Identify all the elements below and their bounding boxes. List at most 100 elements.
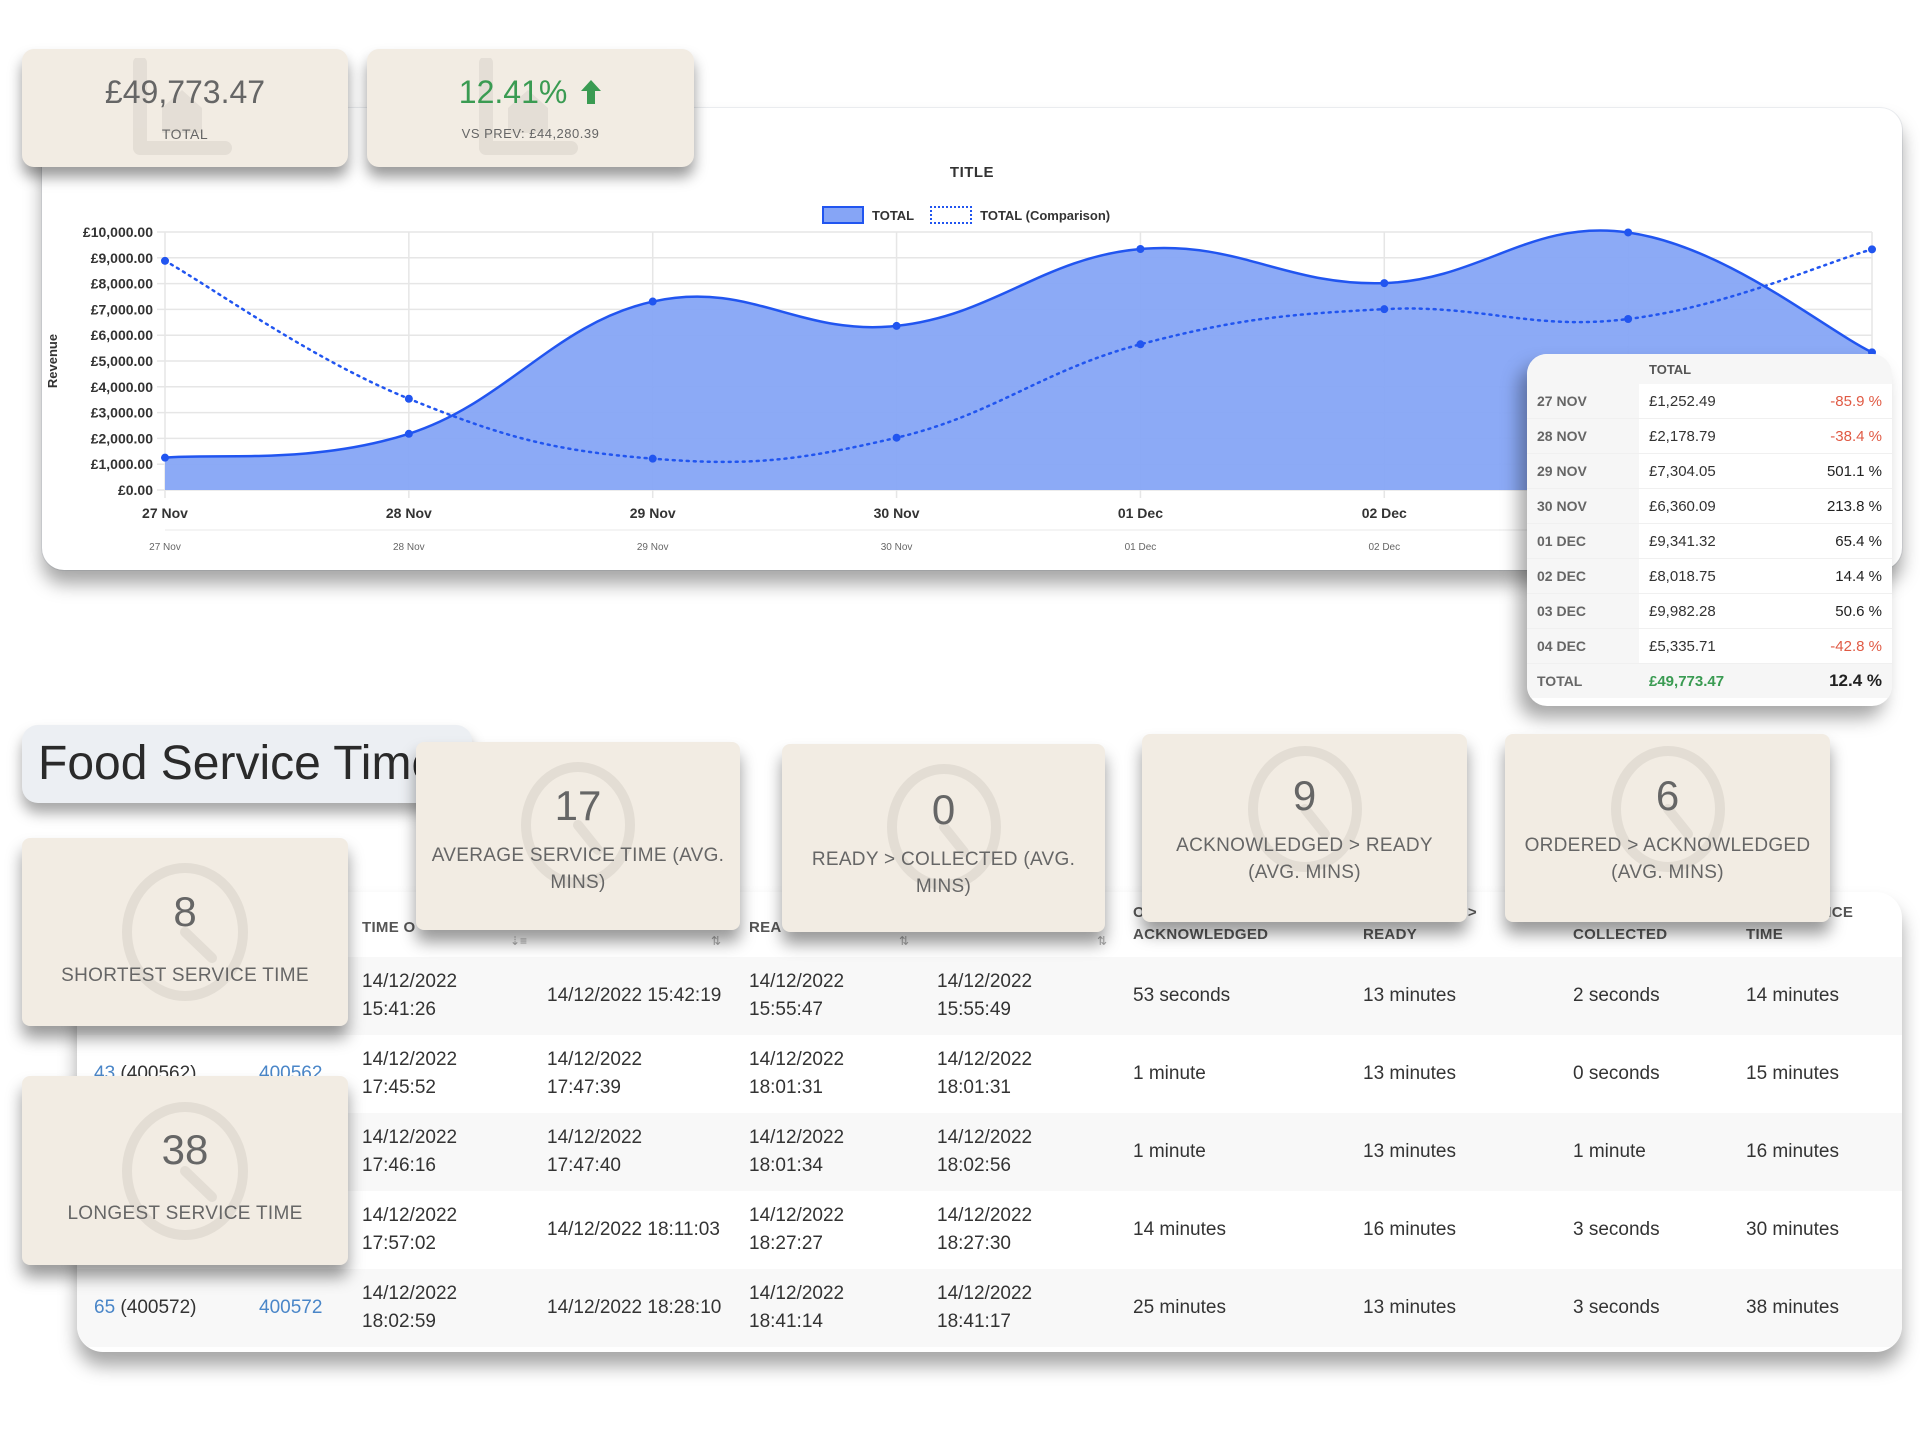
ack-ready-card: 9 ACKNOWLEDGED > READY (AVG. MINS): [1142, 734, 1467, 922]
ready-collected-cell: 3 seconds: [1573, 1219, 1660, 1240]
breakdown-header-date: [1527, 354, 1639, 384]
series-total-point: [1136, 244, 1145, 253]
series-comparison-point: [648, 454, 657, 463]
time-acknowledged-cell: 14/12/2022 15:42:19: [547, 985, 722, 1006]
x-secondary-tick-label: 01 Dec: [1125, 542, 1157, 553]
ready-collected-label: READY > COLLECTED (AVG. MINS): [811, 849, 1076, 897]
breakdown-date: 30 NOV: [1527, 488, 1639, 524]
time-collected-cell: 14/12/2022 18:01:31: [937, 1049, 1033, 1098]
y-tick-label: £3,000.00: [91, 405, 153, 421]
sort-icon[interactable]: ⇅: [1097, 934, 1107, 948]
y-tick-label: £10,000.00: [83, 224, 153, 240]
breakdown-total-value: £49,773.47: [1639, 663, 1781, 698]
order-link[interactable]: 65: [94, 1297, 115, 1318]
x-tick-label: 28 Nov: [386, 505, 432, 521]
breakdown-row: 03 DEC £9,982.28 50.6 %: [1527, 593, 1892, 629]
sort-icon[interactable]: ⇅: [899, 934, 909, 948]
breakdown-value: £7,304.05: [1639, 453, 1781, 489]
header-ordered-ack[interactable]: ACKNOWLEDGED: [1133, 926, 1268, 943]
breakdown-change: -42.8 %: [1780, 628, 1892, 664]
ready-collected-cell: 1 minute: [1573, 1141, 1646, 1162]
total-revenue-card: £49,773.47 TOTAL: [22, 49, 348, 167]
breakdown-total-label: TOTAL: [1527, 663, 1639, 698]
breakdown-row: 30 NOV £6,360.09 213.8 %: [1527, 488, 1892, 524]
ready-collected-value: 0: [931, 786, 956, 833]
x-tick-label: 02 Dec: [1362, 505, 1407, 521]
revenue-change-value: 12.41%: [367, 74, 694, 111]
average-service-time-value: 17: [554, 782, 602, 829]
time-ordered-cell: 14/12/2022 15:41:26: [362, 971, 458, 1020]
y-tick-label: £5,000.00: [91, 353, 153, 369]
breakdown-date: 29 NOV: [1527, 453, 1639, 489]
series-comparison-point: [1380, 305, 1389, 314]
ordered-ack-cell: 53 seconds: [1133, 985, 1231, 1006]
breakdown-change: 14.4 %: [1780, 558, 1892, 594]
ticket-link[interactable]: 400572: [259, 1294, 322, 1322]
shortest-service-time-value: 8: [173, 888, 197, 935]
sort-icon[interactable]: ⇅: [711, 934, 721, 948]
breakdown-date: 28 NOV: [1527, 418, 1639, 454]
time-acknowledged-cell: 14/12/2022 17:47:39: [547, 1049, 643, 1098]
series-comparison-point: [1868, 245, 1876, 254]
table-row: 43 (400562) 400562 14/12/2022 17:45:52 14/1…: [77, 1035, 1902, 1113]
breakdown-change: 213.8 %: [1780, 488, 1892, 524]
service-times-table: TIME O ⇣≡ ⇅ REA ⇅ ⇅ O ACKNOWLEDGED GED >…: [77, 892, 1902, 1352]
longest-service-time-value: 38: [161, 1126, 209, 1173]
legend-swatch-total[interactable]: [822, 206, 864, 224]
ack-ready-value: 9: [1292, 772, 1317, 819]
longest-service-time-label: LONGEST SERVICE TIME: [67, 1203, 303, 1224]
y-tick-label: £0.00: [118, 482, 153, 498]
header-time-ordered[interactable]: TIME O: [362, 919, 415, 936]
legend-label-comparison[interactable]: TOTAL (Comparison): [980, 208, 1110, 223]
ack-ready-cell: 13 minutes: [1363, 985, 1456, 1006]
ack-ready-cell: 13 minutes: [1363, 1297, 1456, 1318]
ready-collected-card: 0 READY > COLLECTED (AVG. MINS): [782, 744, 1105, 932]
breakdown-value: £1,252.49: [1639, 384, 1781, 419]
legend-label-total[interactable]: TOTAL: [872, 208, 914, 223]
ordered-ack-card: 6 ORDERED > ACKNOWLEDGED (AVG. MINS): [1505, 734, 1830, 922]
breakdown-header-total[interactable]: TOTAL: [1639, 354, 1892, 384]
breakdown-value: £5,335.71: [1639, 628, 1781, 664]
ready-collected-cell: 0 seconds: [1573, 1063, 1660, 1084]
time-collected-cell: 14/12/2022 15:55:49: [937, 971, 1033, 1020]
x-secondary-tick-label: 27 Nov: [149, 542, 181, 553]
ordered-ack-cell: 1 minute: [1133, 1063, 1206, 1084]
breakdown-date: 02 DEC: [1527, 558, 1639, 594]
header-ready[interactable]: REA: [749, 919, 782, 936]
order-cell: 65 (400572): [94, 1294, 196, 1322]
service-time-cell: 16 minutes: [1746, 1141, 1839, 1162]
ack-ready-cell: 13 minutes: [1363, 1063, 1456, 1084]
breakdown-total-change: 12.4 %: [1780, 663, 1892, 698]
series-comparison-point: [1624, 314, 1633, 323]
table-row: 14/12/2022 17:46:16 14/12/2022 17:47:40 14…: [77, 1113, 1902, 1191]
y-axis-label: Revenue: [45, 334, 60, 388]
series-total-point: [404, 429, 413, 438]
table-row: 14/12/2022 17:57:02 14/12/2022 18:11:03 14…: [77, 1191, 1902, 1269]
series-comparison-point: [1136, 340, 1145, 349]
legend-swatch-comparison[interactable]: [930, 206, 973, 224]
breakdown-row: 27 NOV £1,252.49 -85.9 %: [1527, 384, 1892, 419]
breakdown-change: 65.4 %: [1780, 523, 1892, 559]
header-service-time[interactable]: TIME: [1746, 926, 1783, 943]
breakdown-date: 01 DEC: [1527, 523, 1639, 559]
breakdown-value: £2,178.79: [1639, 418, 1781, 454]
ordered-ack-cell: 25 minutes: [1133, 1297, 1226, 1318]
ack-ready-cell: 13 minutes: [1363, 1141, 1456, 1162]
time-ready-cell: 14/12/2022 15:55:47: [749, 971, 845, 1020]
sort-desc-icon[interactable]: ⇣≡: [510, 934, 527, 948]
header-ready-collected[interactable]: COLLECTED: [1573, 926, 1667, 943]
total-revenue-label: TOTAL: [161, 126, 209, 142]
y-tick-label: £7,000.00: [91, 301, 153, 317]
header-ack-ready[interactable]: READY: [1363, 926, 1417, 943]
ordered-ack-label: ORDERED > ACKNOWLEDGED (AVG. MINS): [1524, 835, 1811, 883]
series-total-point: [1624, 228, 1633, 237]
breakdown-date: 27 NOV: [1527, 384, 1639, 419]
ordered-ack-value: 6: [1655, 772, 1680, 819]
time-ordered-cell: 14/12/2022 17:57:02: [362, 1205, 458, 1254]
longest-service-time-card: 38 LONGEST SERVICE TIME: [22, 1076, 348, 1265]
ready-collected-cell: 2 seconds: [1573, 985, 1660, 1006]
revenue-previous-label: VS PREV: £44,280.39: [461, 126, 600, 141]
series-total-point: [892, 321, 901, 330]
breakdown-row: 01 DEC £9,341.32 65.4 %: [1527, 523, 1892, 559]
series-comparison-point: [892, 433, 901, 442]
